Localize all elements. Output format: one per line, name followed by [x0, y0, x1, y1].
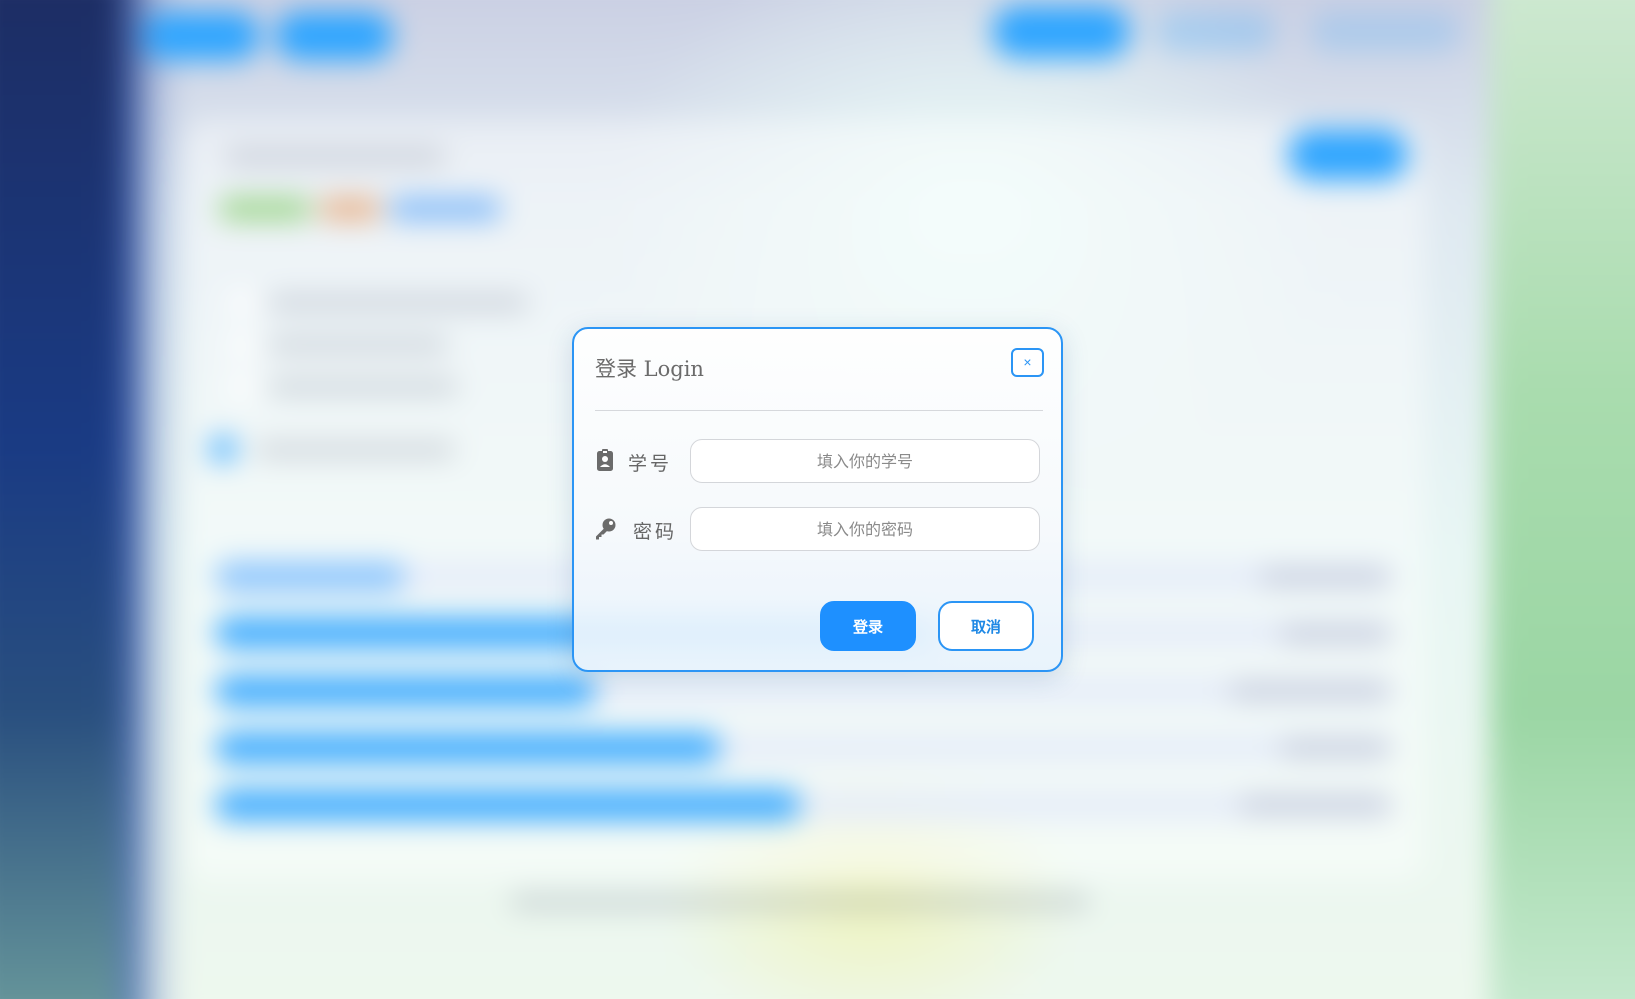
- background-footer-text: [510, 895, 1090, 909]
- login-screen: 登录 Login × 学号 填入你的学号 密码 登录 取消: [0, 0, 1635, 999]
- background-card-button: [1288, 130, 1408, 180]
- background-list-text: [268, 296, 528, 310]
- password-row: 密码: [594, 507, 1046, 551]
- background-bar: [215, 733, 720, 763]
- background-header-pill: [1155, 12, 1275, 52]
- student-id-input[interactable]: [690, 439, 1040, 483]
- background-list-text: [268, 380, 458, 394]
- background-tag: [220, 198, 310, 220]
- background-header-pill: [142, 12, 260, 60]
- login-button[interactable]: 登录: [820, 601, 916, 651]
- dialog-title: 登录 Login: [595, 357, 704, 381]
- background-bar: [215, 676, 595, 706]
- background-right-scenery: [1490, 0, 1635, 999]
- background-radio: [210, 436, 236, 462]
- key-icon: [594, 517, 616, 541]
- background-header-pill: [992, 6, 1130, 58]
- dialog-divider: [595, 410, 1043, 411]
- background-list-bullet: [230, 290, 256, 316]
- background-header-pill: [275, 12, 393, 60]
- background-bar-value: [1230, 684, 1390, 698]
- background-radio-text: [255, 443, 455, 457]
- id-badge-icon: [594, 449, 616, 473]
- background-card-title: [225, 150, 445, 164]
- background-tag: [390, 198, 500, 220]
- password-input[interactable]: [690, 507, 1040, 551]
- student-id-label: 学号: [628, 453, 673, 475]
- background-list-text: [268, 338, 448, 352]
- background-list-bullet: [230, 332, 256, 358]
- background-list-bullet: [230, 374, 256, 400]
- background-header-pill: [1310, 12, 1460, 52]
- background-bar: [215, 562, 405, 592]
- student-id-row: 学号: [594, 439, 1046, 483]
- login-dialog: 登录 Login × 学号 填入你的学号 密码 登录 取消: [572, 327, 1063, 672]
- background-bar-value: [1240, 798, 1390, 812]
- background-bar-value: [1280, 627, 1390, 641]
- background-bar: [215, 790, 800, 820]
- background-left-fade: [120, 0, 180, 999]
- password-label: 密码: [633, 521, 678, 543]
- background-bar-value: [1260, 570, 1390, 584]
- background-bar-value: [1280, 741, 1390, 755]
- cancel-button[interactable]: 取消: [938, 601, 1034, 651]
- close-button[interactable]: ×: [1011, 348, 1044, 377]
- background-tag: [320, 198, 380, 220]
- background-left-scenery: [0, 0, 140, 999]
